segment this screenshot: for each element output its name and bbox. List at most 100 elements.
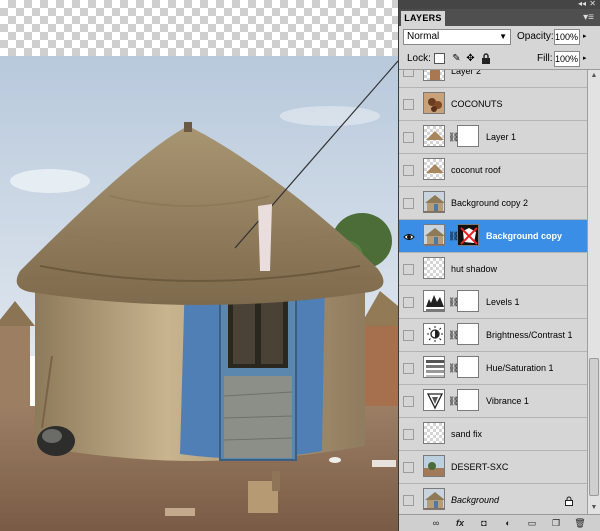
chevron-down-icon: ▼ <box>499 32 507 41</box>
close-icon[interactable]: ✕ <box>589 0 596 8</box>
blend-mode-select[interactable]: Normal ▼ <box>403 29 511 45</box>
layer-thumbnail[interactable] <box>423 158 445 180</box>
scroll-down-icon[interactable]: ▼ <box>588 502 600 514</box>
new-layer-icon[interactable]: ❐ <box>549 517 563 530</box>
new-adjustment-layer-icon[interactable]: ◐ <box>501 517 515 530</box>
visibility-toggle[interactable] <box>403 330 414 341</box>
mask-link-icon[interactable]: ⛓ <box>448 395 459 407</box>
layer-thumbnail[interactable] <box>423 191 445 213</box>
layer-thumbnail[interactable] <box>423 290 445 312</box>
visibility-toggle[interactable] <box>403 495 414 506</box>
layer-list-scrollbar[interactable]: ▲ ▼ <box>587 70 600 514</box>
layer-name: sand fix <box>451 429 483 439</box>
tab-layers[interactable]: LAYERS <box>401 11 445 26</box>
panel-menu-icon[interactable]: ▾≡ <box>583 12 594 23</box>
lock-position-icon[interactable]: ✥ <box>465 53 476 64</box>
mask-link-icon[interactable]: ⛓ <box>448 230 459 242</box>
visibility-toggle[interactable] <box>403 462 414 473</box>
delete-layer-icon[interactable]: 🗑 <box>573 517 587 530</box>
layer-row[interactable]: Layer 2 <box>399 70 587 88</box>
hut-photo <box>0 56 398 531</box>
layer-row[interactable]: coconut roof <box>399 154 587 187</box>
layer-name: Background <box>451 495 500 505</box>
layer-thumbnail[interactable] <box>423 70 445 81</box>
layer-thumbnail[interactable] <box>423 92 445 114</box>
layer-thumbnail[interactable] <box>423 488 445 510</box>
fill-field[interactable]: 100% <box>554 51 580 67</box>
visibility-toggle[interactable] <box>403 297 414 308</box>
layer-mask-thumbnail[interactable] <box>457 125 479 147</box>
layer-mask-thumbnail[interactable] <box>457 356 479 378</box>
visibility-toggle[interactable] <box>403 99 414 110</box>
visibility-toggle[interactable] <box>403 396 414 407</box>
visibility-toggle[interactable] <box>403 165 414 176</box>
visibility-toggle[interactable] <box>403 429 414 440</box>
add-mask-icon[interactable]: ◘ <box>477 517 491 530</box>
layer-row[interactable]: ⛓ Levels 1 <box>399 286 587 319</box>
layer-row[interactable]: ⛓ Hue/Saturation 1 <box>399 352 587 385</box>
opacity-label: Opacity: <box>517 31 554 42</box>
layer-name: Layer 2 <box>451 70 482 76</box>
layers-bottom-toolbar: ∞ fx ◘ ◐ ▭ ❐ 🗑 <box>399 514 600 531</box>
transparency-checkerboard <box>0 0 398 56</box>
layers-panel: ◂◂ ✕ LAYERS ▾≡ Normal ▼ Opacity: 100% ▸ … <box>398 0 600 531</box>
visibility-toggle[interactable] <box>403 363 414 374</box>
layer-row[interactable]: sand fix <box>399 418 587 451</box>
opacity-slider-arrow-icon[interactable]: ▸ <box>583 29 587 45</box>
layer-lock-icon <box>565 496 573 508</box>
layer-name: COCONUTS <box>451 99 503 109</box>
layer-row[interactable]: ⛓ Brightness/Contrast 1 <box>399 319 587 352</box>
add-layer-style-icon[interactable]: fx <box>453 517 467 530</box>
layer-name: Background copy <box>486 231 563 241</box>
layer-mask-thumbnail[interactable] <box>457 224 479 246</box>
layer-row[interactable]: COCONUTS <box>399 88 587 121</box>
new-group-icon[interactable]: ▭ <box>525 517 539 530</box>
layer-thumbnail[interactable] <box>423 356 445 378</box>
link-layers-icon[interactable]: ∞ <box>429 517 443 530</box>
layer-thumbnail[interactable] <box>423 257 445 279</box>
layer-row[interactable]: Background <box>399 484 587 514</box>
layer-mask-thumbnail[interactable] <box>457 389 479 411</box>
layer-name: DESERT-SXC <box>451 462 509 472</box>
layer-row[interactable]: ⛓ Vibrance 1 <box>399 385 587 418</box>
layer-mask-thumbnail[interactable] <box>457 323 479 345</box>
layer-name: Background copy 2 <box>451 198 529 208</box>
visibility-toggle[interactable] <box>403 132 414 143</box>
layer-row[interactable]: ⛓ Background copy <box>399 220 587 253</box>
mask-link-icon[interactable]: ⛓ <box>448 131 459 143</box>
layer-thumbnail[interactable] <box>423 125 445 147</box>
lock-all-icon[interactable] <box>480 53 491 64</box>
layer-row[interactable]: Background copy 2 <box>399 187 587 220</box>
layer-name: hut shadow <box>451 264 498 274</box>
opacity-field[interactable]: 100% <box>554 29 580 45</box>
visibility-toggle[interactable] <box>403 70 414 77</box>
layer-thumbnail[interactable] <box>423 455 445 477</box>
layer-mask-thumbnail[interactable] <box>457 290 479 312</box>
mask-link-icon[interactable]: ⛓ <box>448 362 459 374</box>
scrollbar-thumb[interactable] <box>589 358 599 496</box>
blend-opacity-row: Normal ▼ Opacity: 100% ▸ <box>399 26 600 48</box>
mask-link-icon[interactable]: ⛓ <box>448 296 459 308</box>
layer-name: Brightness/Contrast 1 <box>486 330 573 340</box>
scroll-up-icon[interactable]: ▲ <box>588 70 600 82</box>
layer-name: coconut roof <box>451 165 501 175</box>
layer-row[interactable]: ⛓ Layer 1 <box>399 121 587 154</box>
layer-thumbnail[interactable] <box>423 224 445 246</box>
lock-transparent-pixels-icon[interactable] <box>434 53 445 64</box>
fill-slider-arrow-icon[interactable]: ▸ <box>583 51 587 67</box>
eye-icon[interactable] <box>403 231 415 242</box>
panel-title-bar: ◂◂ ✕ <box>399 0 600 9</box>
layer-name: Layer 1 <box>486 132 517 142</box>
blend-mode-value: Normal <box>407 31 440 42</box>
document-canvas[interactable] <box>0 0 398 531</box>
layer-row[interactable]: hut shadow <box>399 253 587 286</box>
layer-thumbnail[interactable] <box>423 422 445 444</box>
layer-thumbnail[interactable] <box>423 323 445 345</box>
collapse-icon[interactable]: ◂◂ <box>578 0 586 8</box>
layer-row[interactable]: DESERT-SXC <box>399 451 587 484</box>
mask-link-icon[interactable]: ⛓ <box>448 329 459 341</box>
layer-thumbnail[interactable] <box>423 389 445 411</box>
visibility-toggle[interactable] <box>403 264 414 275</box>
lock-image-pixels-icon[interactable]: ✎ <box>451 53 462 64</box>
visibility-toggle[interactable] <box>403 198 414 209</box>
